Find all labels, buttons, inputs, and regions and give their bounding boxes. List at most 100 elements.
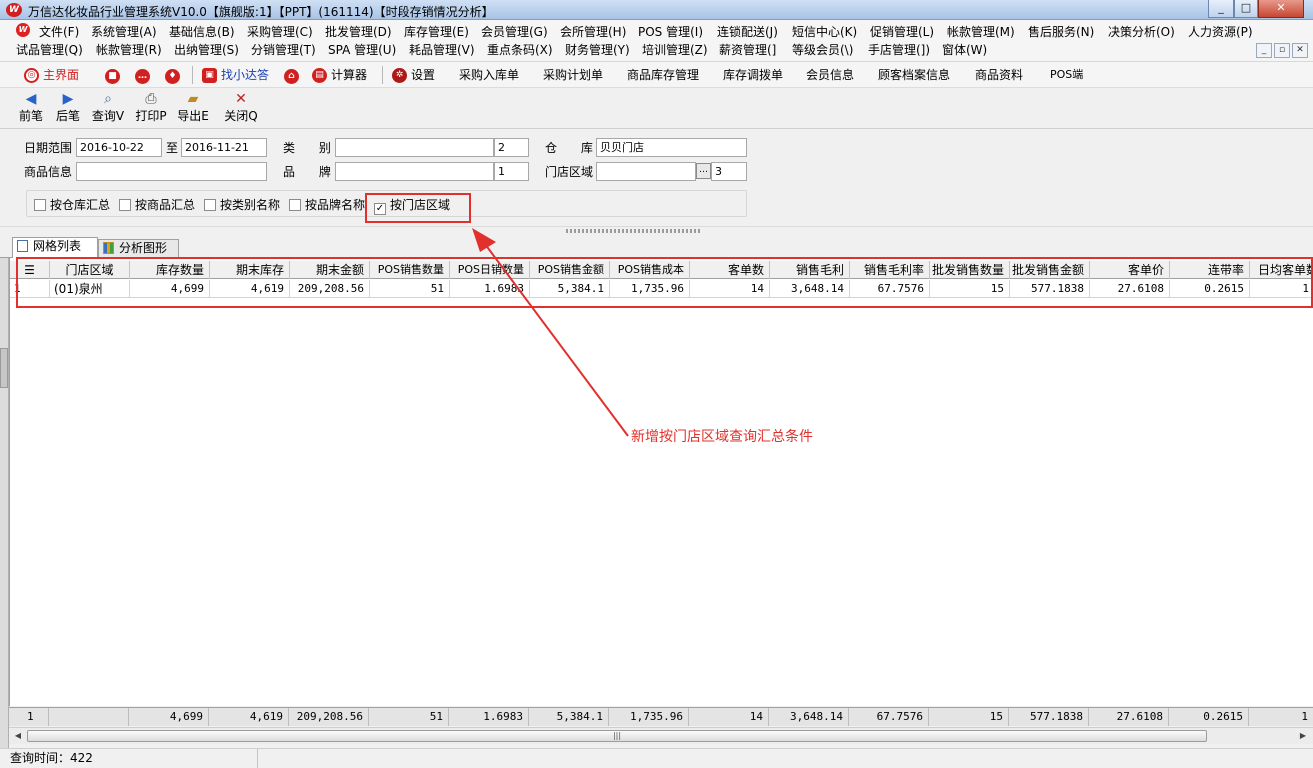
menu-distribution[interactable]: 分销管理(T) <box>251 41 316 59</box>
store-region-input[interactable] <box>596 162 696 181</box>
by-warehouse-checkbox[interactable]: 按仓库汇总 <box>34 198 110 212</box>
quick-product-data[interactable]: 商品资料 <box>975 65 1023 85</box>
app-logo-icon: W <box>6 3 22 17</box>
menu-member[interactable]: 会员管理(G) <box>481 23 548 41</box>
quick-member-info[interactable]: 会员信息 <box>806 65 854 85</box>
menu-accounts[interactable]: 帐款管理(M) <box>947 23 1015 41</box>
printer-icon: ⎙ <box>145 91 157 107</box>
menu-hr[interactable]: 人力资源(P) <box>1188 23 1253 41</box>
quick-purchase-plan[interactable]: 采购计划单 <box>543 65 603 85</box>
by-product-checkbox[interactable]: 按商品汇总 <box>119 198 195 212</box>
menu-club[interactable]: 会所管理(H) <box>560 23 626 41</box>
quick-customer-file[interactable]: 顾客档案信息 <box>878 65 950 85</box>
prev-button[interactable]: ◀ 前笔 <box>11 90 51 128</box>
chat-icon[interactable]: … <box>135 69 150 84</box>
menu-training[interactable]: 培训管理(Z) <box>642 41 708 59</box>
menu-consumables[interactable]: 耗品管理(V) <box>409 41 475 59</box>
quick-stock-transfer[interactable]: 库存调拨单 <box>723 65 783 85</box>
menu-barcode[interactable]: 重点条码(X) <box>487 41 553 59</box>
quick-home[interactable]: ◎ 主界面 <box>24 65 79 85</box>
menu-purchase[interactable]: 采购管理(C) <box>247 23 313 41</box>
export-button[interactable]: ▰ 导出E <box>173 90 213 128</box>
menu-window[interactable]: 窗体(W) <box>942 41 987 59</box>
mdi-restore-button[interactable]: ▫ <box>1274 43 1290 58</box>
menu-basic-info[interactable]: 基础信息(B) <box>169 23 235 41</box>
store-region-code: 3 <box>711 162 747 181</box>
footer-pos-daily-qty: 1.6983 <box>449 708 529 726</box>
tab-analysis-chart[interactable]: 分析图形 <box>98 239 179 258</box>
menu-inventory[interactable]: 库存管理(E) <box>404 23 469 41</box>
scroll-left-icon[interactable]: ◀ <box>11 730 25 742</box>
tab-grid-list[interactable]: 网格列表 <box>12 237 98 258</box>
annotation-arrow-head <box>472 228 496 252</box>
menu-aftersales[interactable]: 售后服务(N) <box>1028 23 1094 41</box>
footer-store-region <box>49 708 129 726</box>
warehouse-input[interactable]: 贝贝门店 <box>596 138 747 157</box>
annotation-caption: 新增按门店区域查询汇总条件 <box>631 429 813 445</box>
arrow-left-icon: ◀ <box>25 91 37 107</box>
lock-icon[interactable]: ■ <box>105 69 120 84</box>
annotation-arrow <box>472 228 629 437</box>
by-category-checkbox[interactable]: 按类别名称 <box>204 198 280 212</box>
data-grid: ☰ 门店区域 库存数量 期末库存 期末金额 POS销售数量 POS日销数量 PO… <box>9 258 1313 706</box>
brand-input[interactable] <box>335 162 494 181</box>
quick-pos[interactable]: POS端 <box>1050 65 1083 85</box>
mdi-minimize-button[interactable]: _ <box>1256 43 1272 58</box>
print-button[interactable]: ⎙ 打印P <box>131 90 171 128</box>
menu-sms[interactable]: 短信中心(K) <box>792 23 857 41</box>
quick-stock-management[interactable]: 商品库存管理 <box>627 65 699 85</box>
menu-finance[interactable]: 财务管理(Y) <box>565 41 630 59</box>
footer-ending-stock: 4,619 <box>209 708 289 726</box>
menu-chain[interactable]: 连锁配送(J) <box>717 23 778 41</box>
menu-promotion[interactable]: 促销管理(L) <box>870 23 934 41</box>
maximize-button[interactable]: □ <box>1234 0 1258 18</box>
left-strip-handle[interactable] <box>0 348 8 388</box>
date-from-input[interactable]: 2016-10-22 <box>76 138 162 157</box>
menu-decision[interactable]: 决策分析(O) <box>1108 23 1175 41</box>
quick-assistant[interactable]: ▣ 找小达答 <box>202 65 269 85</box>
date-to-input[interactable]: 2016-11-21 <box>181 138 267 157</box>
next-button[interactable]: ▶ 后笔 <box>48 90 88 128</box>
menu-pos[interactable]: POS 管理(I) <box>638 23 703 41</box>
menu-spa[interactable]: SPA 管理(U) <box>328 41 396 59</box>
menu-file[interactable]: 文件(F) <box>39 23 79 41</box>
category-input[interactable] <box>335 138 494 157</box>
footer-orders: 14 <box>689 708 769 726</box>
query-button[interactable]: ⌕ 查询V <box>88 90 128 128</box>
by-brand-checkbox[interactable]: 按品牌名称 <box>289 198 365 212</box>
quick-settings[interactable]: ✲ 设置 <box>392 65 435 85</box>
close-button[interactable]: ✕ <box>1258 0 1304 18</box>
grid-footer-totals: 1 4,699 4,619 209,208.56 51 1.6983 5,384… <box>9 707 1313 726</box>
scroll-right-icon[interactable]: ▶ <box>1296 730 1310 742</box>
menu-cashier[interactable]: 出纳管理(S) <box>174 41 239 59</box>
calculator-icon: ▤ <box>312 68 327 83</box>
scrollbar-thumb[interactable]: ||| <box>27 730 1207 742</box>
folder-export-icon: ▰ <box>187 91 199 107</box>
region-browse-button[interactable]: … <box>696 163 711 179</box>
product-info-input[interactable] <box>76 162 267 181</box>
panel-splitter[interactable] <box>0 226 1313 234</box>
minimize-button[interactable]: _ <box>1208 0 1234 18</box>
brand-code: 1 <box>494 162 529 181</box>
menu-store[interactable]: 手店管理(]) <box>868 41 930 59</box>
menu-bar: W 文件(F) 系统管理(A) 基础信息(B) 采购管理(C) 批发管理(D) … <box>0 20 1313 62</box>
search-doc-icon: ⌕ <box>104 91 112 107</box>
menu-member-level[interactable]: 等级会员(\) <box>792 41 853 59</box>
mdi-close-button[interactable]: ✕ <box>1292 43 1308 58</box>
menu-trial[interactable]: 试品管理(Q) <box>16 41 83 59</box>
menu-system[interactable]: 系统管理(A) <box>91 23 157 41</box>
footer-stock-qty: 4,699 <box>129 708 209 726</box>
home-compass-icon: ◎ <box>24 68 39 83</box>
quick-calculator[interactable]: ▤ 计算器 <box>312 65 367 85</box>
shield-icon[interactable]: ♦ <box>165 69 180 84</box>
house-icon[interactable]: ⌂ <box>284 69 299 84</box>
menu-salary[interactable]: 薪资管理(] <box>719 41 776 59</box>
quick-purchase-receipt[interactable]: 采购入库单 <box>459 65 519 85</box>
title-bar: W 万信达化妆品行业管理系统V10.0【旗舰版:1】【PPT】(161114)【… <box>0 0 1313 20</box>
horizontal-scrollbar[interactable]: ◀ ||| ▶ <box>9 727 1313 744</box>
window-title: 万信达化妆品行业管理系统V10.0【旗舰版:1】【PPT】(161114)【时段… <box>28 5 494 19</box>
menu-accounts-2[interactable]: 帐款管理(R) <box>96 41 162 59</box>
menu-wholesale[interactable]: 批发管理(D) <box>325 23 392 41</box>
date-range-label: 日期范围 <box>24 141 73 155</box>
close-window-button[interactable]: ✕ 关闭Q <box>221 90 261 128</box>
